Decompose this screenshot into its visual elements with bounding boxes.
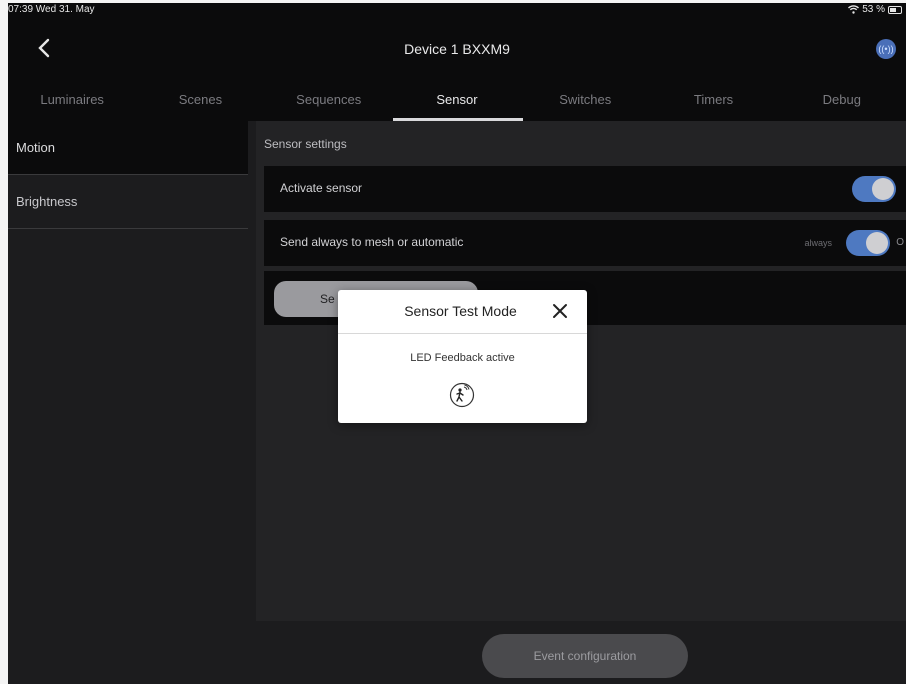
status-right: 53 %: [848, 4, 902, 15]
sensor-test-mode-dialog: Sensor Test Mode LED Feedback active: [338, 290, 587, 423]
send-mode-label: Send always to mesh or automatic: [280, 235, 464, 249]
tab-switches[interactable]: Switches: [521, 77, 649, 121]
sidebar-item-motion[interactable]: Motion: [8, 121, 248, 175]
send-mode-row: Send always to mesh or automatic always …: [264, 220, 906, 266]
tab-debug[interactable]: Debug: [778, 77, 906, 121]
nav-bar: Device 1 BXXM9 ((•)): [8, 19, 906, 77]
close-icon[interactable]: [551, 302, 569, 320]
sidebar: Motion Brightness: [8, 121, 248, 684]
send-mode-toggle-label: always: [804, 238, 832, 248]
dialog-title: Sensor Test Mode: [404, 303, 517, 319]
activate-sensor-row: Activate sensor: [264, 166, 906, 212]
tab-sequences[interactable]: Sequences: [265, 77, 393, 121]
event-configuration-button[interactable]: Event configuration: [482, 634, 688, 678]
toggle-knob: [866, 232, 888, 254]
send-mode-toggle[interactable]: [846, 230, 890, 256]
tab-luminaires[interactable]: Luminaires: [8, 77, 136, 121]
activate-sensor-label: Activate sensor: [280, 181, 363, 195]
dialog-message: LED Feedback active: [410, 352, 515, 364]
tab-bar: Luminaires Scenes Sequences Sensor Switc…: [8, 77, 906, 121]
battery-percent: 53 %: [862, 4, 885, 15]
page-title: Device 1 BXXM9: [404, 41, 510, 57]
toggle-knob: [872, 178, 894, 200]
sidebar-item-brightness[interactable]: Brightness: [8, 175, 248, 229]
tab-timers[interactable]: Timers: [649, 77, 777, 121]
motion-sensor-icon: [449, 382, 475, 408]
status-time: 07:39 Wed 31. May: [8, 4, 95, 15]
activate-sensor-toggle[interactable]: [852, 176, 896, 202]
wifi-icon: [848, 5, 860, 14]
bottom-bar: Event configuration: [256, 621, 906, 684]
tab-scenes[interactable]: Scenes: [136, 77, 264, 121]
battery-icon: [888, 5, 902, 14]
send-mode-toggle-extra: O: [896, 237, 904, 248]
dialog-header: Sensor Test Mode: [338, 290, 587, 334]
bluetooth-status-icon[interactable]: ((•)): [876, 39, 896, 59]
status-bar: 07:39 Wed 31. May 53 %: [8, 3, 906, 19]
section-title: Sensor settings: [264, 137, 347, 151]
tab-sensor[interactable]: Sensor: [392, 77, 524, 121]
